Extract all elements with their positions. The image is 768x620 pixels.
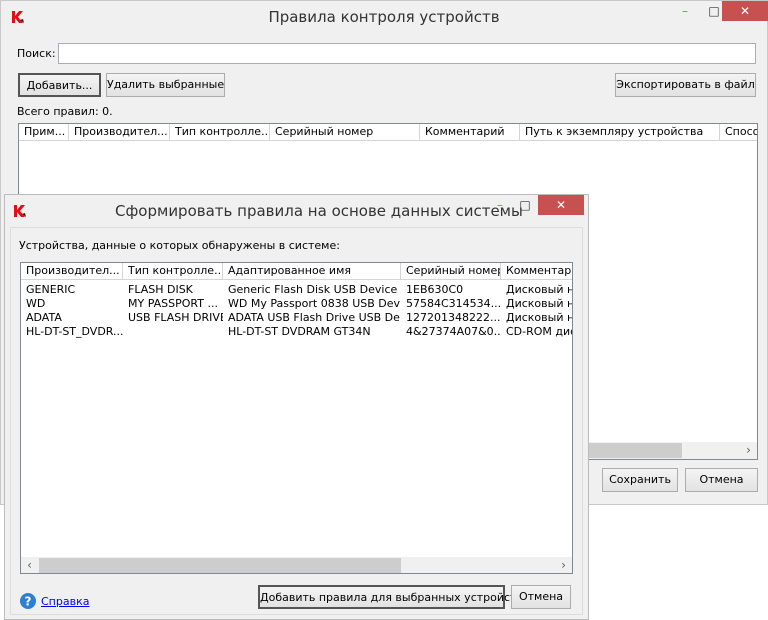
column-header[interactable]: Серийный номер [401,263,501,280]
column-header[interactable]: Комментарий [420,124,520,141]
table-cell: GENERIC [26,283,76,296]
system-rules-dialog: Сформировать правила на основе данных си… [4,194,589,620]
scroll-left-icon[interactable]: ‹ [21,557,38,573]
table-cell: 4&27374A07&0... [406,325,501,338]
main-title: Правила контроля устройств [268,8,500,26]
help-icon[interactable]: ? [20,593,36,609]
column-header[interactable]: Производител... [21,263,123,280]
export-button[interactable]: Экспортировать в файл [615,73,756,97]
column-header[interactable]: Спосо [720,124,757,141]
table-cell: USB FLASH DRIVE [128,311,223,324]
dialog-close-button[interactable]: ✕ [538,195,584,215]
delete-selected-button[interactable]: Удалить выбранные [106,73,225,97]
help-link[interactable]: Справка [41,595,89,608]
table-cell: WD My Passport 0838 USB Device [228,297,401,310]
devices-label: Устройства, данные о которых обнаружены … [19,239,340,252]
table-cell [123,325,223,339]
table-cell: 1EB630C0 [406,283,464,296]
horizontal-scrollbar[interactable]: ‹ › [21,557,572,573]
svg-text:?: ? [25,595,32,609]
cancel-button[interactable]: Отмена [685,468,758,492]
table-cell: HL-DT-ST_DVDR... [26,325,123,338]
table-cell: ADATA USB Flash Drive USB De... [228,311,401,324]
table-cell: Дисковый на [506,311,572,324]
save-button[interactable]: Сохранить [602,468,678,492]
devices-table[interactable]: Производител... Тип контролле... Адаптир… [20,262,573,574]
table-cell: 57584C314534... [406,297,501,310]
table-cell: 127201348222... [406,311,501,324]
table-cell: HL-DT-ST DVDRAM GT34N [228,325,371,338]
scrollbar-thumb[interactable] [39,558,401,573]
close-button[interactable]: ✕ [722,1,768,21]
table-cell: FLASH DISK [128,283,193,296]
column-header[interactable]: Тип контролле... [123,263,223,280]
dialog-title-bar: Сформировать правила на основе данных си… [5,195,588,227]
column-header[interactable]: Комментарий [501,263,572,280]
kaspersky-logo-icon [12,11,24,23]
table-cell: CD-ROM дис [506,325,573,338]
scroll-right-icon[interactable]: › [740,442,757,459]
column-header[interactable]: Тип контролле... [170,124,270,141]
table-cell: Дисковый на [506,283,572,296]
main-title-bar: Правила контроля устройств – □ ✕ [1,1,768,33]
add-button[interactable]: Добавить... [18,73,101,97]
search-input[interactable] [58,43,756,64]
column-header[interactable]: Путь к экземпляру устройства [520,124,720,141]
dialog-title: Сформировать правила на основе данных си… [115,202,523,220]
search-label: Поиск: [17,47,56,60]
table-cell: ADATA [26,311,62,324]
total-rules-label: Всего правил: 0. [17,105,113,118]
scroll-right-icon[interactable]: › [555,557,572,573]
dialog-minimize-button[interactable]: – [487,195,513,215]
dialog-cancel-button[interactable]: Отмена [511,585,571,609]
column-header[interactable]: Производител... [69,124,170,141]
minimize-button[interactable]: – [671,1,699,21]
table-cell: Дисковый на [506,297,572,310]
kaspersky-logo-icon [14,205,26,217]
add-rules-button[interactable]: Добавить правила для выбранных устройств [258,585,523,609]
column-header[interactable]: Серийный номер [270,124,420,141]
column-header[interactable]: Прим... [19,124,69,141]
dialog-maximize-button[interactable]: □ [512,195,538,215]
column-header[interactable]: Адаптированное имя [223,263,401,280]
table-cell: Generic Flash Disk USB Device [228,283,398,296]
table-cell: WD [26,297,46,310]
table-cell: MY PASSPORT ... [128,297,218,310]
